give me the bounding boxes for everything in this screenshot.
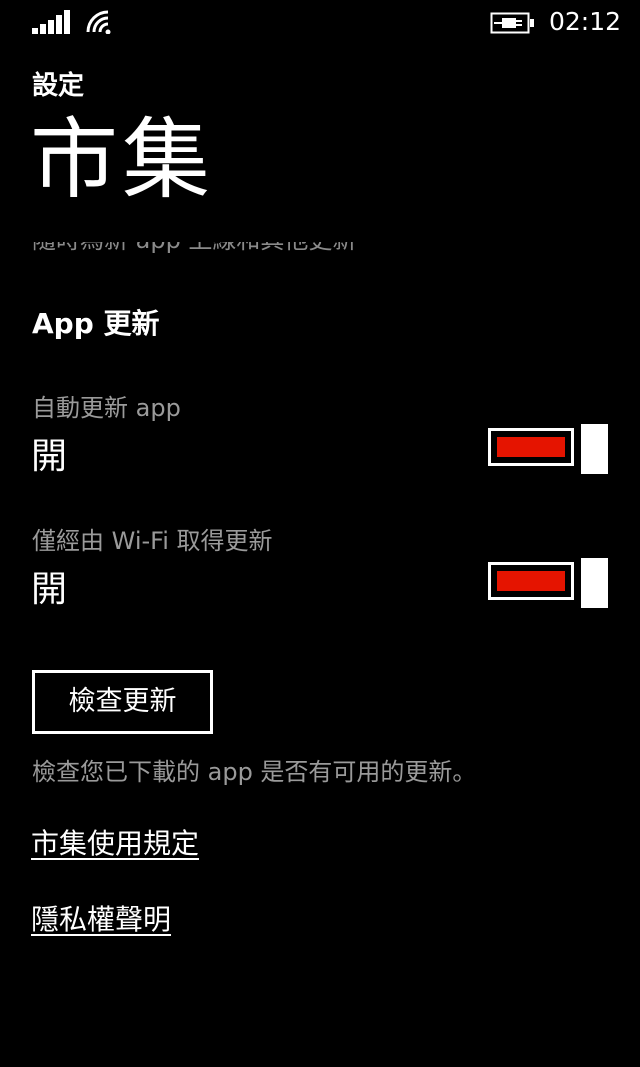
battery-charging-icon: [490, 12, 534, 34]
section-title-app-updates: App 更新: [32, 307, 160, 340]
page-title: 市集: [30, 108, 215, 211]
check-updates-button[interactable]: 檢查更新: [32, 670, 213, 734]
wifi-icon: [86, 10, 111, 34]
auto-update-state: 開: [31, 436, 68, 477]
auto-update-toggle[interactable]: [488, 424, 608, 474]
auto-update-label: 自動更新 app: [32, 394, 181, 422]
settings-content[interactable]: 隨時為新 app 上線和其他更新 App 更新 自動更新 app 開 僅經由 W…: [0, 242, 640, 1067]
wifi-only-label: 僅經由 Wi-Fi 取得更新: [32, 527, 273, 555]
wifi-only-state: 開: [31, 569, 68, 610]
toggle-fill: [497, 571, 565, 591]
partial-description-text: 隨時為新 app 上線和其他更新: [32, 242, 356, 256]
toggle-thumb: [581, 558, 608, 608]
signal-icon: [32, 10, 70, 34]
toggle-fill: [497, 437, 565, 457]
store-terms-link[interactable]: 市集使用規定: [31, 826, 199, 862]
wifi-only-toggle[interactable]: [488, 558, 608, 608]
toggle-thumb: [581, 424, 608, 474]
check-updates-hint: 檢查您已下載的 app 是否有可用的更新。: [32, 758, 477, 786]
status-bar: 02:12: [0, 0, 640, 46]
privacy-statement-link[interactable]: 隱私權聲明: [31, 902, 171, 938]
clock: 02:12: [549, 7, 622, 36]
app-title: 設定: [32, 71, 85, 101]
